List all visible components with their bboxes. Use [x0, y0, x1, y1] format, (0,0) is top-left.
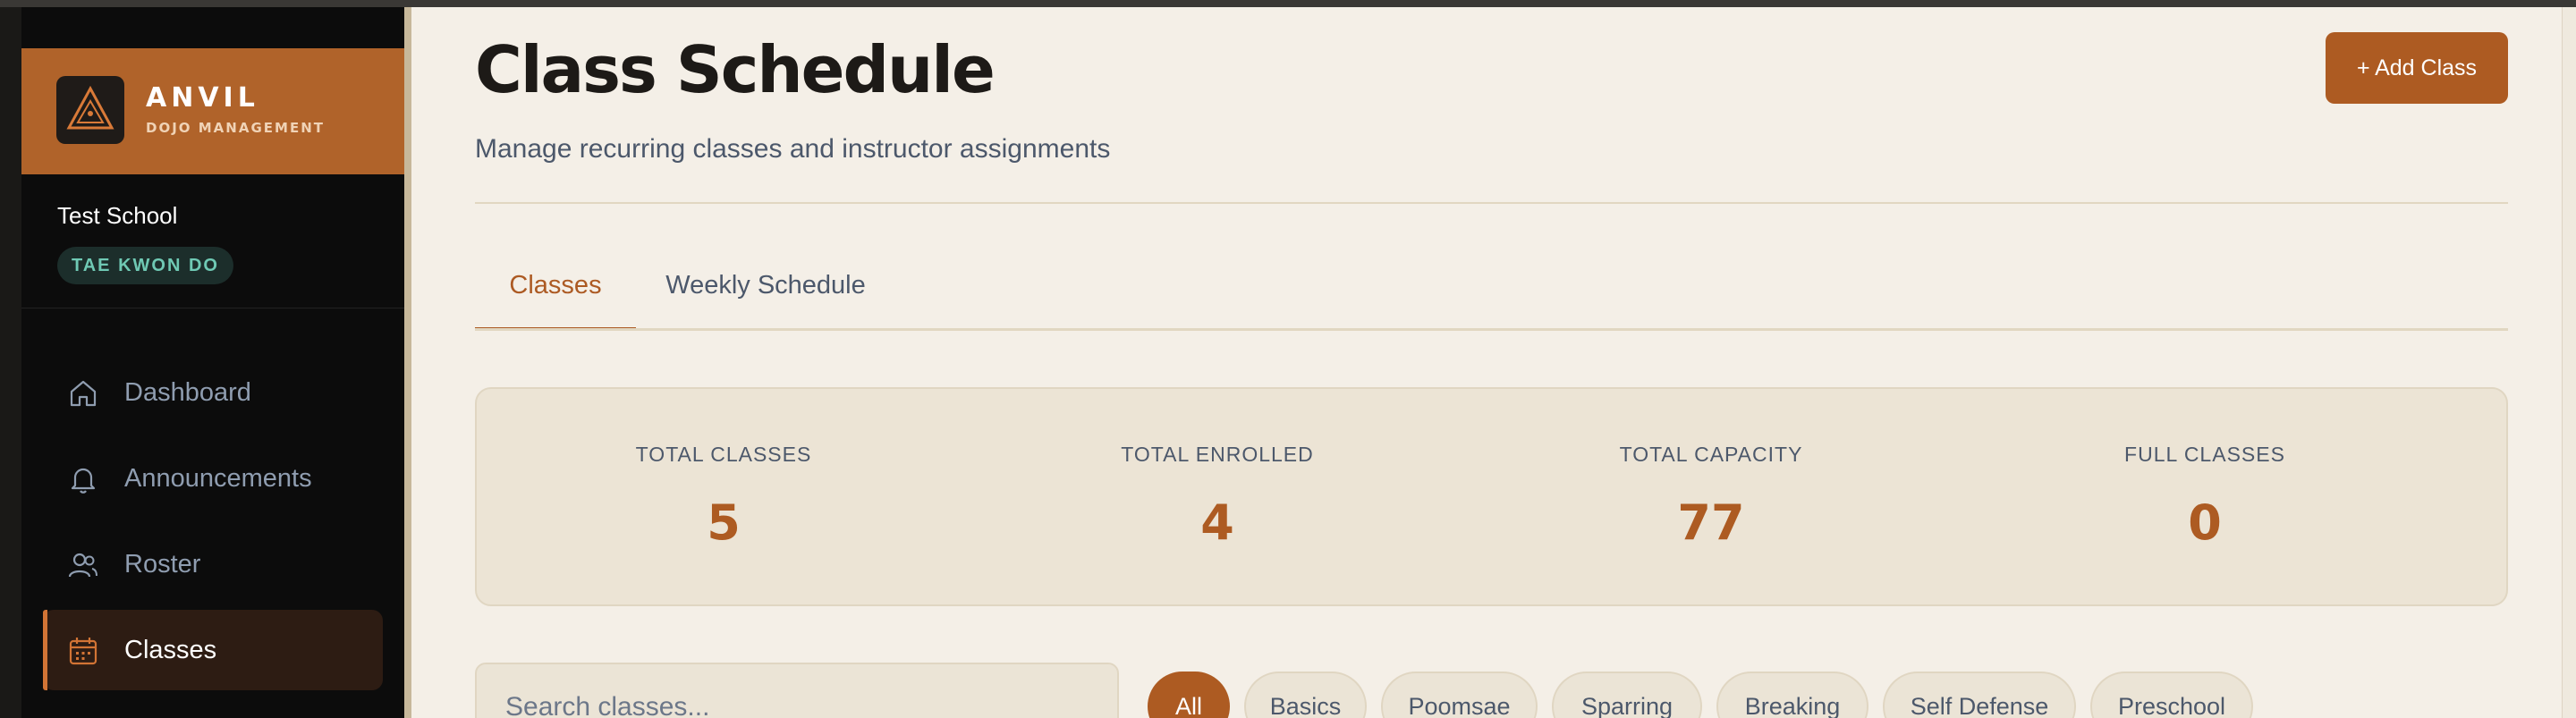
stat-full-classes: FULL CLASSES 0: [1958, 389, 2452, 608]
sidebar-item-announcements[interactable]: Announcements: [43, 438, 383, 519]
sidebar-item-roster[interactable]: Roster: [43, 524, 383, 604]
stat-value: 4: [1200, 494, 1234, 551]
tab-classes[interactable]: Classes: [475, 256, 636, 331]
main-scrollbar[interactable]: [2562, 7, 2576, 718]
window-top-bar: [0, 0, 2576, 7]
page-subtitle: Manage recurring classes and instructor …: [475, 134, 1111, 164]
stat-value: 77: [1677, 494, 1745, 551]
window-left-edge: [0, 7, 21, 718]
sidebar-item-label: Classes: [124, 636, 217, 664]
sidebar-item-label: Roster: [124, 550, 201, 579]
tab-weekly-schedule[interactable]: Weekly Schedule: [645, 256, 886, 331]
search-classes-input[interactable]: [475, 663, 1119, 718]
filter-chip-basics[interactable]: Basics: [1244, 672, 1367, 718]
stat-label: TOTAL ENROLLED: [1121, 443, 1314, 466]
anvil-logo-icon: [56, 76, 124, 144]
stat-value: 5: [707, 494, 741, 551]
sidebar-item-classes[interactable]: Classes: [43, 610, 383, 690]
school-name: Test School: [57, 202, 178, 229]
filter-chip-breaking[interactable]: Breaking: [1716, 672, 1868, 718]
header-divider: [475, 202, 2508, 204]
filter-chip-preschool[interactable]: Preschool: [2090, 672, 2253, 718]
main-content: Class Schedule Manage recurring classes …: [411, 7, 2576, 718]
sidebar-item-dashboard[interactable]: Dashboard: [43, 352, 383, 433]
tab-bar: Classes Weekly Schedule: [475, 256, 2508, 331]
stat-total-capacity: TOTAL CAPACITY 77: [1464, 389, 1958, 608]
tab-bar-divider: [475, 328, 2508, 331]
filter-chip-poomsae[interactable]: Poomsae: [1381, 672, 1538, 718]
stat-value: 0: [2188, 494, 2222, 551]
page-title: Class Schedule: [475, 32, 996, 107]
brand-name: ANVIL: [146, 82, 259, 114]
stat-total-enrolled: TOTAL ENROLLED 4: [970, 389, 1464, 608]
stats-panel: TOTAL CLASSES 5 TOTAL ENROLLED 4 TOTAL C…: [475, 387, 2508, 606]
bell-icon: [71, 468, 96, 494]
home-icon: [70, 380, 97, 407]
stat-label: TOTAL CAPACITY: [1619, 443, 1803, 466]
sidebar-item-label: Dashboard: [124, 378, 251, 407]
stat-label: TOTAL CLASSES: [635, 443, 812, 466]
sidebar-item-label: Announcements: [124, 464, 312, 493]
school-style-badge: TAE KWON DO: [57, 247, 233, 284]
calendar-icon: [69, 638, 97, 665]
sidebar-border: [404, 7, 411, 718]
users-icon: [68, 553, 97, 578]
stat-label: FULL CLASSES: [2124, 443, 2285, 466]
brand-header: ANVIL DOJO MANAGEMENT: [21, 48, 404, 174]
filter-chip-self-defense[interactable]: Self Defense: [1883, 672, 2076, 718]
filter-chip-all[interactable]: All: [1148, 672, 1230, 718]
filter-chip-sparring[interactable]: Sparring: [1552, 672, 1702, 718]
brand-subtitle: DOJO MANAGEMENT: [146, 120, 325, 136]
sidebar: ANVIL DOJO MANAGEMENT Test School TAE KW…: [21, 7, 404, 718]
add-class-button[interactable]: + Add Class: [2326, 32, 2508, 104]
stat-total-classes: TOTAL CLASSES 5: [477, 389, 970, 608]
